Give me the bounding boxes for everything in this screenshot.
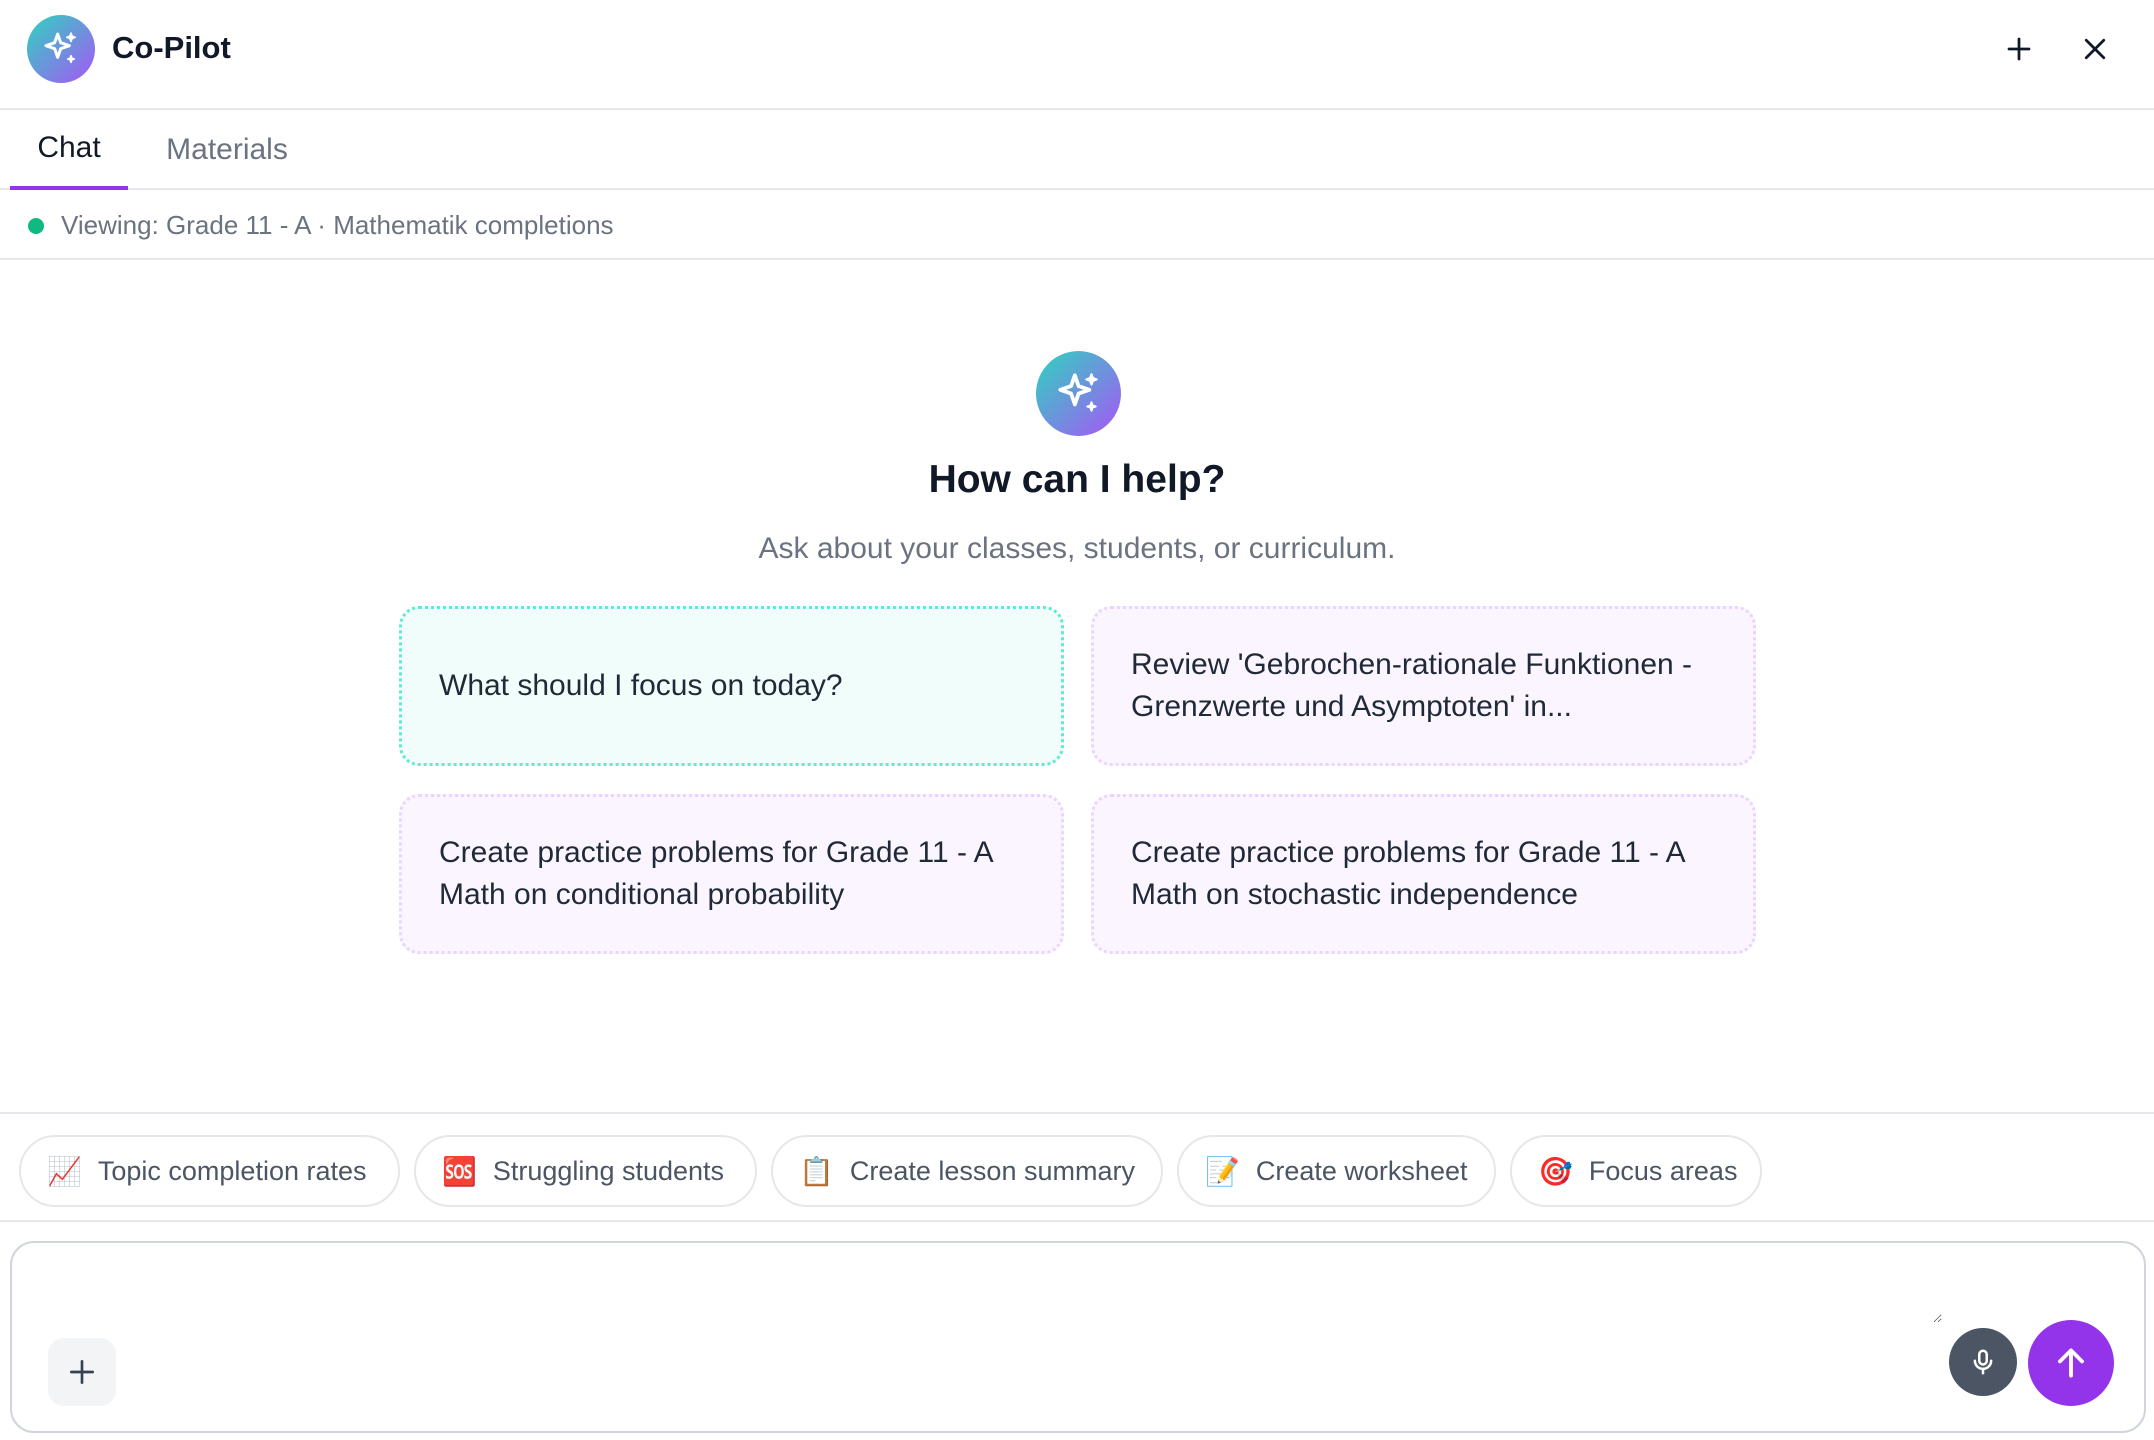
welcome-subheading: Ask about your classes, students, or cur… [758,532,1396,565]
quick-action-create-lesson-summary[interactable]: 📋 Create lesson summary [771,1135,1163,1207]
quick-action-label: Create worksheet [1255,1155,1468,1186]
quick-actions-bar: 📈 Topic completion rates 🆘 Struggling st… [0,1112,2154,1222]
suggestion-text: Review 'Gebrochen-rationale Funktionen -… [1131,648,1693,723]
chart-increasing-icon: 📈 [47,1154,82,1188]
quick-action-focus-areas[interactable]: 🎯 Focus areas [1510,1135,1762,1207]
memo-icon: 📝 [1205,1154,1240,1188]
quick-action-label: Struggling students [492,1155,725,1186]
target-icon: 🎯 [1538,1154,1573,1188]
copilot-logo [27,15,95,83]
plus-icon [70,1360,94,1384]
new-chat-button[interactable] [1996,26,2042,72]
status-dot [28,218,44,234]
app-title: Co-Pilot [112,30,231,65]
header: Co-Pilot [0,0,2154,110]
plus-icon [2007,37,2031,61]
attach-button[interactable] [48,1338,116,1406]
suggestion-text: What should I focus on today? [439,669,843,702]
arrow-up-icon [2058,1348,2084,1378]
close-icon [2084,38,2106,60]
sparkle-icon [44,32,76,64]
close-button[interactable] [2072,26,2118,72]
quick-action-struggling-students[interactable]: 🆘 Struggling students [414,1135,757,1207]
clipboard-icon: 📋 [799,1154,834,1188]
suggestion-card-focus-today[interactable]: What should I focus on today? [399,606,1064,766]
sparkle-icon [1057,372,1098,412]
welcome-heading: How can I help? [928,458,1226,501]
suggestion-text: Create practice problems for Grade 11 - … [1131,836,1685,911]
suggestion-card-practice-stochastic-independence[interactable]: Create practice problems for Grade 11 - … [1091,794,1756,954]
context-bar: Viewing: Grade 11 - A · Mathematik compl… [0,190,2154,260]
sos-icon: 🆘 [442,1154,477,1188]
welcome-sparkle-badge [1036,351,1121,436]
quick-action-topic-completion-rates[interactable]: 📈 Topic completion rates [19,1135,400,1207]
tab-bar: Chat Materials [0,110,2154,190]
tab-materials[interactable]: Materials [145,110,309,190]
suggestion-text: Create practice problems for Grade 11 - … [439,836,993,911]
message-composer [10,1241,2146,1433]
microphone-icon [1973,1349,1993,1375]
quick-action-label: Focus areas [1588,1155,1738,1186]
quick-action-label: Create lesson summary [849,1155,1135,1186]
message-input[interactable] [42,1263,1942,1323]
quick-action-label: Topic completion rates [97,1155,367,1186]
context-label: Viewing: Grade 11 - A · Mathematik compl… [61,210,614,240]
tab-chat[interactable]: Chat [10,110,128,190]
suggestion-card-review-topic[interactable]: Review 'Gebrochen-rationale Funktionen -… [1091,606,1756,766]
send-button[interactable] [2028,1320,2114,1406]
suggestion-card-practice-conditional-probability[interactable]: Create practice problems for Grade 11 - … [399,794,1064,954]
microphone-button[interactable] [1949,1328,2017,1396]
quick-action-create-worksheet[interactable]: 📝 Create worksheet [1177,1135,1496,1207]
